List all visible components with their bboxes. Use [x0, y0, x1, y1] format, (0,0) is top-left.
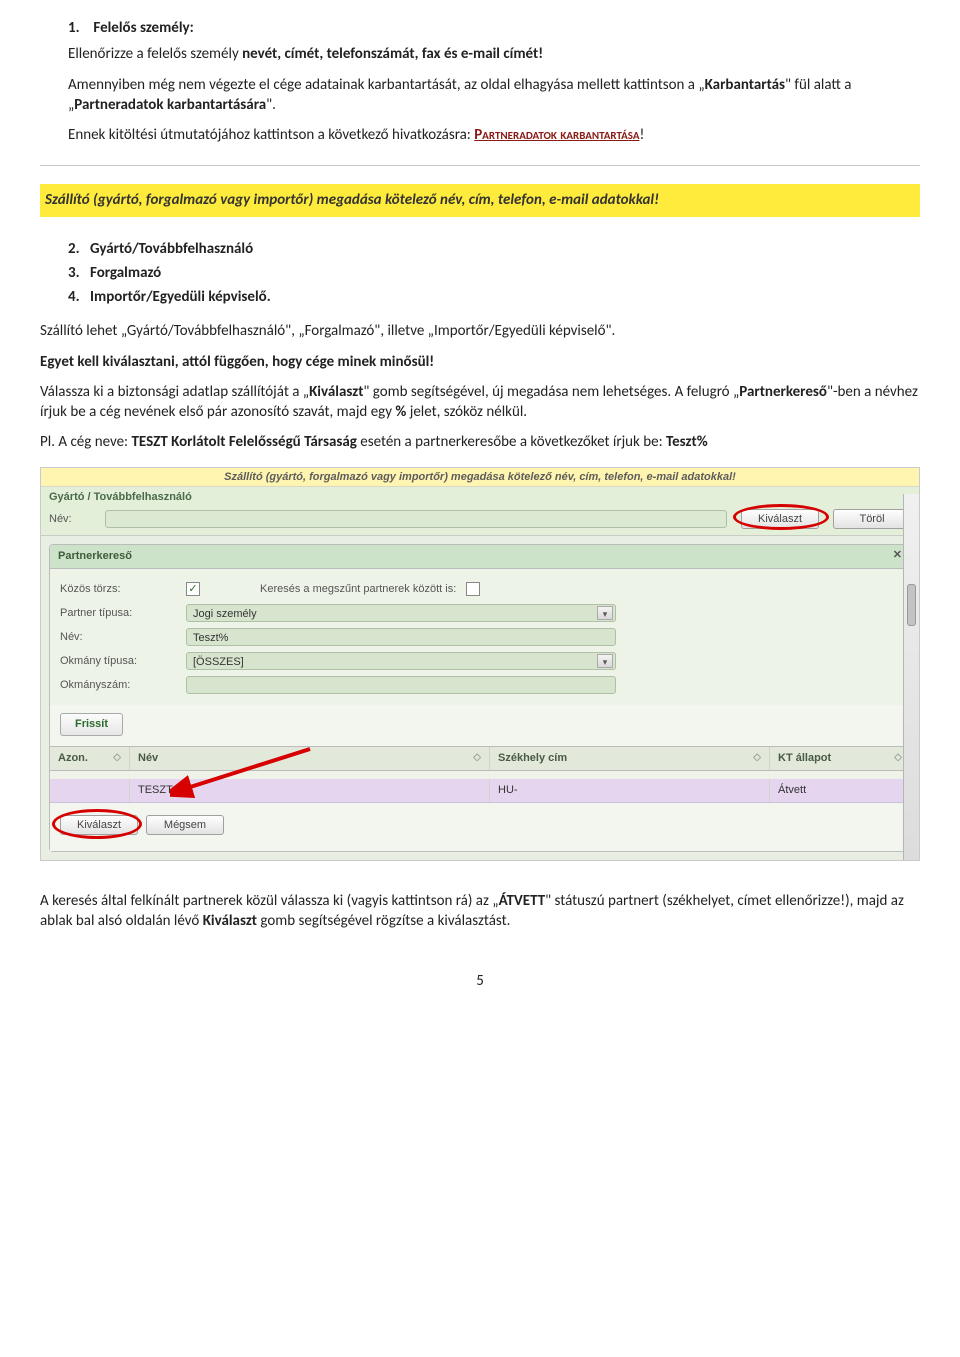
txt: Amennyiben még nem végezte el cége adata… — [68, 76, 705, 94]
label-partner-tipus: Partner típusa: — [60, 606, 186, 621]
sort-icon: ◇ — [473, 751, 481, 765]
sort-icon: ◇ — [753, 751, 761, 765]
section1-title: Felelős személy: — [93, 19, 193, 37]
item-importor: Importőr/Egyedüli képviselő. — [90, 288, 271, 306]
frissit-button[interactable]: Frissít — [60, 713, 123, 736]
txt: Kiválaszt — [309, 383, 363, 401]
txt: Jogi személy — [193, 608, 257, 620]
search-form: Közös törzs: ✓ Keresés a megszűnt partne… — [50, 569, 910, 705]
list-num-3: 3. — [68, 263, 90, 283]
kivalaszt-button[interactable]: Kiválaszt — [741, 509, 819, 529]
list-num-2: 2. — [68, 239, 90, 259]
section-header-gyarto: Gyártó / Továbbfelhasználó — [41, 487, 919, 505]
txt: " gomb segítségével, új megadása nem leh… — [363, 383, 739, 401]
nev-input[interactable] — [105, 510, 727, 528]
para-valassza-ki: Válassza ki a biztonsági adatlap szállít… — [40, 382, 920, 423]
txt: jelet, szóköz nélkül. — [406, 403, 527, 421]
partnerkereso-panel: Partnerkereső ✕ Közös törzs: ✓ Keresés a… — [49, 544, 911, 851]
link-partneradatok[interactable]: Partneradatok karbantartása — [474, 126, 639, 144]
input-nev[interactable]: Teszt% — [186, 628, 616, 646]
nev-row: Név: Kiválaszt Töröl — [41, 505, 919, 536]
txt: ! — [640, 126, 645, 144]
txt: TESZT Korlátolt Felelősségű Társaság — [131, 433, 356, 451]
table-row[interactable]: TESZT HU- Átvett — [50, 779, 910, 803]
col-nev[interactable]: Név◇ — [130, 747, 490, 770]
list-num-4: 4. — [68, 287, 90, 307]
megsem-button[interactable]: Mégsem — [146, 815, 224, 835]
txt: Karbantartás — [705, 76, 785, 94]
sort-icon: ◇ — [894, 751, 902, 765]
chevron-down-icon[interactable]: ▾ — [597, 606, 613, 620]
txt: Teszt% — [193, 632, 228, 644]
txt: Válassza ki a biztonsági adatlap szállít… — [40, 383, 309, 401]
kivalaszt-confirm-button[interactable]: Kiválaszt — [60, 815, 138, 835]
item-forgalmazo: Forgalmazó — [90, 264, 161, 282]
page-number: 5 — [40, 971, 920, 991]
col-azon[interactable]: Azon.◇ — [50, 747, 130, 770]
para-karbantartas: Amennyiben még nem végezte el cége adata… — [68, 75, 920, 116]
para-closing: A keresés által felkínált partnerek közü… — [40, 891, 920, 932]
item-gyarto: Gyártó/Továbbfelhasználó — [90, 240, 253, 258]
col-kt-allapot[interactable]: KT állapot◇ — [770, 747, 910, 770]
label-kozos-torzs: Közös törzs: — [60, 582, 186, 597]
txt: Partnerkereső — [58, 550, 132, 562]
app-panel: Szállító (gyártó, forgalmazó vagy import… — [40, 467, 920, 861]
txt: Partneradatok karbantartására — [74, 96, 266, 114]
select-partner-tipus[interactable]: Jogi személy ▾ — [186, 604, 616, 622]
checkbox-megszunt[interactable] — [466, 582, 480, 596]
cell-szekhely: HU- — [490, 779, 770, 802]
para-check-felelos: Ellenőrizze a felelős személy nevét, cím… — [68, 44, 920, 64]
para-link: Ennek kitöltési útmutatójához kattintson… — [68, 125, 920, 145]
txt: Teszt% — [666, 433, 708, 451]
checkbox-kozos-torzs[interactable]: ✓ — [186, 582, 200, 596]
txt: % — [395, 403, 406, 421]
scrollbar[interactable] — [903, 494, 919, 860]
divider — [40, 165, 920, 166]
list-num-1: 1. — [68, 18, 90, 38]
app-warning-strip: Szállító (gyártó, forgalmazó vagy import… — [41, 468, 919, 488]
chevron-down-icon[interactable]: ▾ — [597, 654, 613, 668]
partnerkereso-title: Partnerkereső ✕ — [50, 545, 910, 569]
nev-label: Név: — [49, 512, 97, 527]
txt: A keresés által felkínált partnerek közü… — [40, 892, 499, 910]
sort-icon: ◇ — [113, 751, 121, 765]
txt: Ennek kitöltési útmutatójához kattintson… — [68, 126, 474, 144]
txt: Kiválaszt — [203, 912, 257, 930]
label-nev: Név: — [60, 630, 186, 645]
label-megszunt: Keresés a megszűnt partnerek között is: — [260, 582, 456, 597]
label-okmany-tipus: Okmány típusa: — [60, 654, 186, 669]
txt: esetén a partnerkeresőbe a következőket … — [357, 433, 666, 451]
torol-button[interactable]: Töröl — [833, 509, 911, 529]
txt: [ÖSSZES] — [193, 656, 244, 668]
txt: Partnerkereső — [739, 383, 827, 401]
close-icon[interactable]: ✕ — [893, 548, 902, 563]
cell-nev: TESZT — [130, 779, 490, 802]
input-okmanyszam[interactable] — [186, 676, 616, 694]
txt: ÁTVETT — [499, 892, 546, 910]
warning-bar: Szállító (gyártó, forgalmazó vagy import… — [40, 184, 920, 216]
para-szallito-lehet: Szállító lehet „Gyártó/Továbbfelhasználó… — [40, 321, 920, 341]
txt: Ellenőrizze a felelős személy — [68, 45, 242, 63]
dialog-button-row: Kiválaszt Mégsem — [50, 803, 910, 851]
select-okmany-tipus[interactable]: [ÖSSZES] ▾ — [186, 652, 616, 670]
txt: nevét, címét, telefonszámát, fax és e-ma… — [242, 45, 543, 63]
cell-kt: Átvett — [770, 779, 910, 802]
para-pelda: Pl. A cég neve: TESZT Korlátolt Felelőss… — [40, 432, 920, 452]
cell-azon — [50, 779, 130, 802]
grid-header: Azon.◇ Név◇ Székhely cím◇ KT állapot◇ — [50, 746, 910, 771]
label-okmanyszam: Okmányszám: — [60, 678, 186, 693]
scrollbar-thumb[interactable] — [907, 584, 916, 626]
txt: gomb segítségével rögzítse a kiválasztás… — [257, 912, 510, 930]
txt: ". — [266, 96, 276, 114]
col-szekhely[interactable]: Székhely cím◇ — [490, 747, 770, 770]
para-egyet-kell: Egyet kell kiválasztani, attól függően, … — [40, 352, 920, 372]
txt: Pl. A cég neve: — [40, 433, 131, 451]
